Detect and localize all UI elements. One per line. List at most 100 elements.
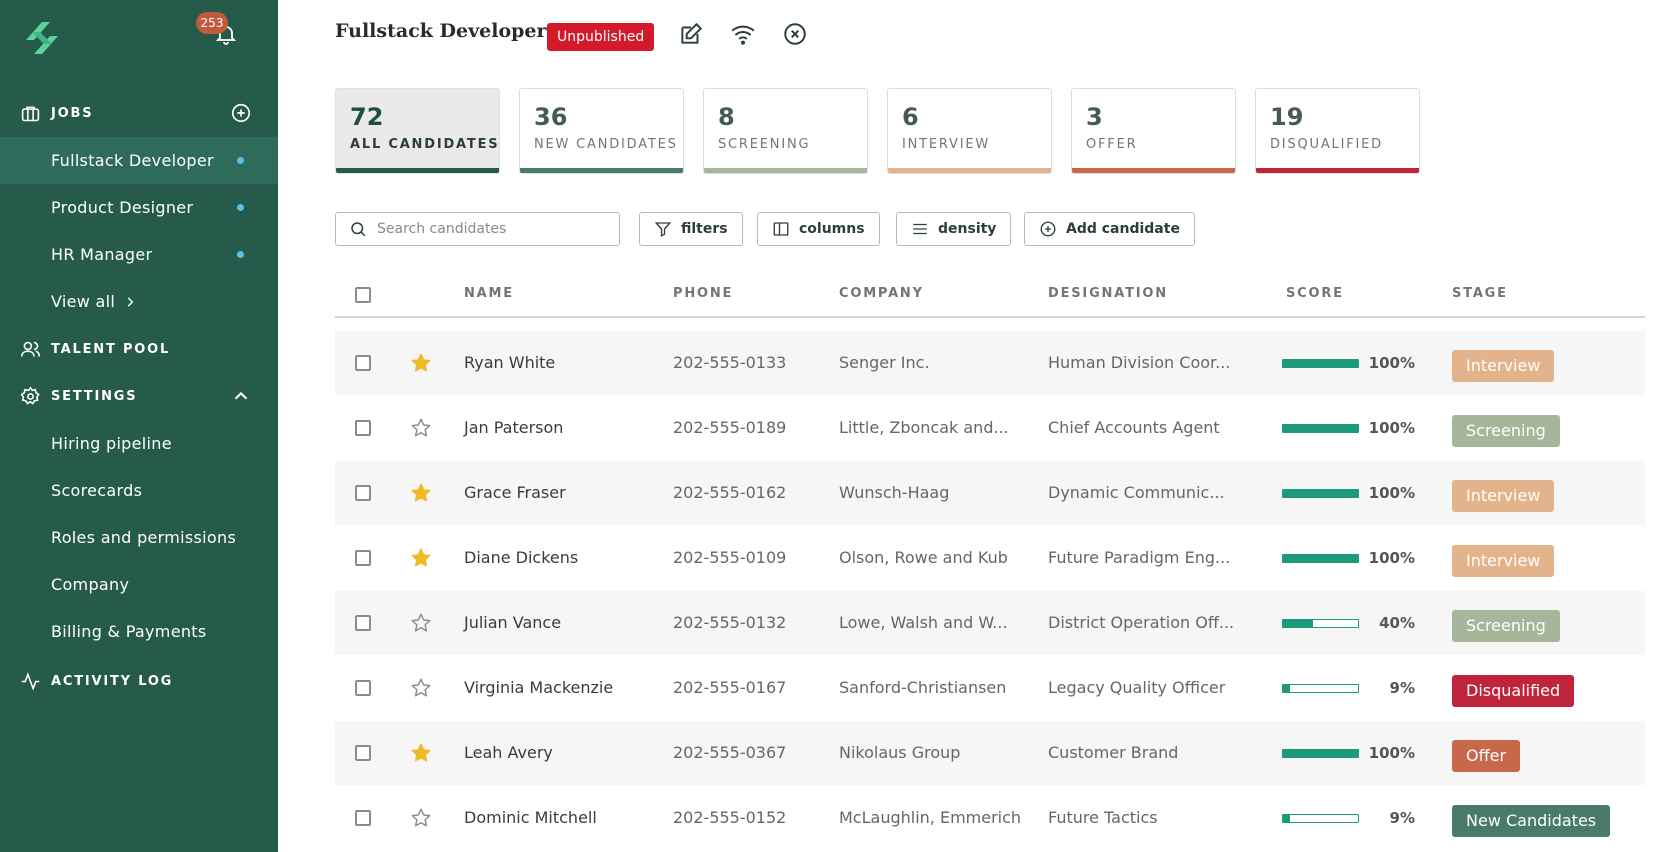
sidebar-section-label: ACTIVITY LOG xyxy=(51,673,174,689)
stage-badge[interactable]: Interview xyxy=(1452,480,1555,512)
search-input[interactable] xyxy=(377,221,597,237)
stage-label: OFFER xyxy=(1086,137,1138,152)
column-header-phone[interactable]: PHONE xyxy=(673,286,733,301)
stage-badge[interactable]: Interview xyxy=(1452,350,1555,382)
sidebar-item-label: Roles and permissions xyxy=(51,528,237,547)
table-row[interactable]: Ryan White 202-555-0133 Senger Inc. Huma… xyxy=(335,331,1645,395)
users-icon xyxy=(20,341,41,357)
density-button[interactable]: density xyxy=(896,212,1012,246)
table-row[interactable]: Jan Paterson 202-555-0189 Little, Zbonca… xyxy=(335,396,1645,460)
sidebar-item-label: Hiring pipeline xyxy=(51,434,172,453)
chevron-up-icon[interactable] xyxy=(230,385,252,407)
star-icon[interactable] xyxy=(410,482,432,504)
stage-badge[interactable]: New Candidates xyxy=(1452,805,1611,837)
score-bar-fill xyxy=(1283,815,1290,822)
stage-badge[interactable]: Offer xyxy=(1452,740,1521,772)
table-row[interactable]: Dominic Mitchell 202-555-0152 McLaughlin… xyxy=(335,786,1645,850)
stage-badge[interactable]: Disqualified xyxy=(1452,675,1575,707)
sidebar-item-roles-and-permissions[interactable]: Roles and permissions xyxy=(0,514,278,561)
column-header-score[interactable]: SCORE xyxy=(1286,286,1344,301)
candidate-name[interactable]: Leah Avery xyxy=(464,743,553,762)
sidebar-section-activity-log[interactable]: ACTIVITY LOG xyxy=(20,670,173,692)
row-checkbox[interactable] xyxy=(355,810,371,826)
row-checkbox[interactable] xyxy=(355,485,371,501)
star-icon[interactable] xyxy=(410,677,432,699)
candidate-designation: Future Paradigm Eng... xyxy=(1048,548,1231,567)
close-circle-icon[interactable] xyxy=(782,21,808,47)
wifi-icon[interactable] xyxy=(730,21,756,47)
sidebar-item-company[interactable]: Company xyxy=(0,561,278,608)
star-icon[interactable] xyxy=(410,742,432,764)
row-checkbox[interactable] xyxy=(355,680,371,696)
tab-offer[interactable]: 3 OFFER xyxy=(1071,88,1236,174)
table-row[interactable]: Julian Vance 202-555-0132 Lowe, Walsh an… xyxy=(335,591,1645,655)
sidebar-item-product-designer[interactable]: Product Designer xyxy=(0,184,278,231)
select-all-checkbox[interactable] xyxy=(355,287,371,303)
edit-icon[interactable] xyxy=(678,21,704,47)
score-bar xyxy=(1282,749,1359,758)
candidate-name[interactable]: Grace Fraser xyxy=(464,483,566,502)
add-candidate-button[interactable]: Add candidate xyxy=(1024,212,1195,246)
table-row[interactable]: Leah Avery 202-555-0367 Nikolaus Group C… xyxy=(335,721,1645,785)
tab-disqualified[interactable]: 19 DISQUALIFIED xyxy=(1255,88,1420,174)
sidebar-item-fullstack-developer[interactable]: Fullstack Developer xyxy=(0,137,278,184)
sidebar-section-talent-pool[interactable]: TALENT POOL xyxy=(20,338,170,360)
table-row[interactable]: Grace Fraser 202-555-0162 Wunsch-Haag Dy… xyxy=(335,461,1645,525)
stage-color-bar xyxy=(336,168,499,173)
candidate-name[interactable]: Jan Paterson xyxy=(464,418,563,437)
row-checkbox[interactable] xyxy=(355,615,371,631)
sidebar-item-hr-manager[interactable]: HR Manager xyxy=(0,231,278,278)
tab-all-candidates[interactable]: 72 ALL CANDIDATES xyxy=(335,88,500,174)
candidate-designation: Customer Brand xyxy=(1048,743,1179,762)
column-header-name[interactable]: NAME xyxy=(464,286,514,301)
tab-new-candidates[interactable]: 36 NEW CANDIDATES xyxy=(519,88,684,174)
stage-badge[interactable]: Screening xyxy=(1452,415,1560,447)
logo-icon[interactable] xyxy=(22,18,62,58)
columns-button[interactable]: columns xyxy=(757,212,880,246)
add-job-icon[interactable] xyxy=(230,102,252,124)
filter-icon xyxy=(654,222,672,237)
filters-button[interactable]: filters xyxy=(639,212,743,246)
tab-interview[interactable]: 6 INTERVIEW xyxy=(887,88,1052,174)
tab-screening[interactable]: 8 SCREENING xyxy=(703,88,868,174)
column-header-stage[interactable]: STAGE xyxy=(1452,286,1508,301)
star-icon[interactable] xyxy=(410,807,432,829)
sidebar-item-billing-payments[interactable]: Billing & Payments xyxy=(0,608,278,655)
table-row[interactable]: Diane Dickens 202-555-0109 Olson, Rowe a… xyxy=(335,526,1645,590)
column-header-company[interactable]: COMPANY xyxy=(839,286,924,301)
sidebar-item-view-all[interactable]: View all xyxy=(0,278,278,325)
sidebar-item-scorecards[interactable]: Scorecards xyxy=(0,467,278,514)
column-header-designation[interactable]: DESIGNATION xyxy=(1048,286,1168,301)
candidate-designation: Chief Accounts Agent xyxy=(1048,418,1220,437)
row-checkbox[interactable] xyxy=(355,420,371,436)
table-row[interactable]: Virginia Mackenzie 202-555-0167 Sanford-… xyxy=(335,656,1645,720)
candidate-name[interactable]: Virginia Mackenzie xyxy=(464,678,613,697)
candidate-name[interactable]: Diane Dickens xyxy=(464,548,578,567)
sidebar-section-settings[interactable]: SETTINGS xyxy=(20,385,137,407)
candidate-phone: 202-555-0189 xyxy=(673,418,787,437)
stage-label: ALL CANDIDATES xyxy=(350,137,500,152)
stage-badge[interactable]: Screening xyxy=(1452,610,1560,642)
sidebar-item-hiring-pipeline[interactable]: Hiring pipeline xyxy=(0,420,278,467)
candidate-phone: 202-555-0367 xyxy=(673,743,787,762)
score-bar xyxy=(1282,359,1359,368)
row-checkbox[interactable] xyxy=(355,355,371,371)
star-icon[interactable] xyxy=(410,547,432,569)
candidate-name[interactable]: Julian Vance xyxy=(464,613,561,632)
score-value: 9% xyxy=(1389,679,1415,697)
star-icon[interactable] xyxy=(410,612,432,634)
star-icon[interactable] xyxy=(410,352,432,374)
star-icon[interactable] xyxy=(410,417,432,439)
search-box[interactable] xyxy=(335,212,620,246)
candidate-company: Senger Inc. xyxy=(839,353,930,372)
status-badge[interactable]: Unpublished xyxy=(547,23,655,51)
stage-badge[interactable]: Interview xyxy=(1452,545,1555,577)
sidebar-section-jobs[interactable]: JOBS xyxy=(20,102,93,124)
score-value: 100% xyxy=(1368,484,1415,502)
candidate-name[interactable]: Ryan White xyxy=(464,353,555,372)
row-checkbox[interactable] xyxy=(355,745,371,761)
notification-badge: 253 xyxy=(196,12,228,34)
row-checkbox[interactable] xyxy=(355,550,371,566)
candidate-name[interactable]: Dominic Mitchell xyxy=(464,808,597,827)
sidebar-item-label: Company xyxy=(51,575,130,594)
